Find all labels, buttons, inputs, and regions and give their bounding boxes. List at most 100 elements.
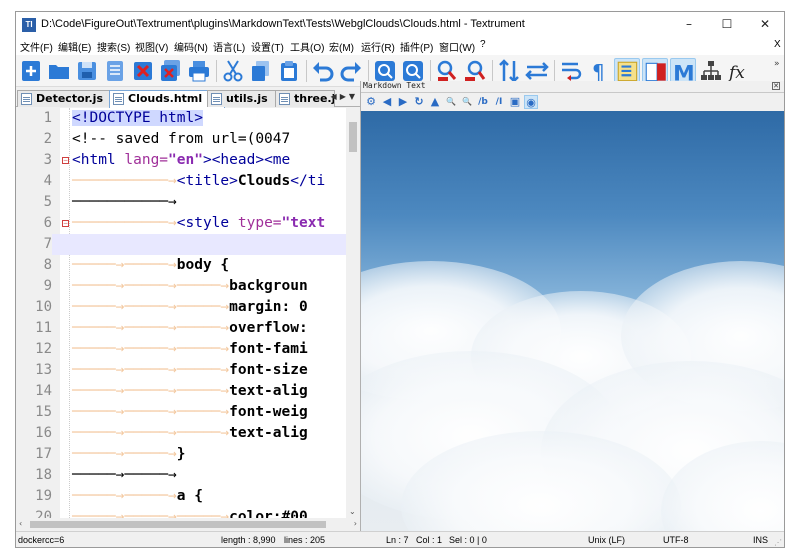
app-icon: TI: [22, 18, 36, 32]
tab-bar: Detector.js × Clouds.html × utils.js × t…: [16, 88, 360, 108]
file-icon: [211, 93, 222, 105]
markdown-panel-header: Markdown Text ✕: [361, 81, 784, 93]
paste-icon[interactable]: [276, 58, 302, 84]
code-line: 12 ─────→─────→─────→font-fami: [35, 341, 308, 357]
tab-label: Clouds.html: [128, 92, 203, 105]
resize-grip-icon[interactable]: ⋰: [774, 538, 782, 547]
code-line: 8 ─────→─────→body {: [43, 257, 230, 273]
code-line: 16 ─────→─────→─────→text-alig: [35, 425, 308, 441]
editor-horizontal-scrollbar[interactable]: ‹ ›: [16, 518, 360, 531]
markdown-toolbar: ⚙ ◀ ▶ ↻ ▲ 🔍+ 🔍− /b /I ▣ ◉: [361, 94, 784, 120]
code-line: 11 ─────→─────→─────→overflow:: [35, 320, 308, 336]
menu-tools[interactable]: 工具(O): [290, 39, 324, 54]
status-lines: lines : 205: [284, 535, 326, 545]
maximize-button[interactable]: ☐: [710, 12, 744, 37]
status-selection: Sel : 0 | 0: [449, 535, 487, 545]
tab-next-icon[interactable]: ▶: [340, 92, 349, 101]
tab-list-icon[interactable]: ▼: [349, 92, 358, 101]
new-file-icon[interactable]: [18, 58, 44, 84]
code-line: 9 ─────→─────→─────→backgroun: [43, 278, 308, 294]
toolbar-overflow[interactable]: »: [774, 59, 780, 69]
menu-plugins[interactable]: 插件(P): [400, 39, 433, 54]
menu-bar: 文件(F) 编辑(E) 搜索(S) 视图(V) 编码(N) 语言(L) 设置(T…: [16, 37, 784, 55]
title-bar: TI D:\Code\FigureOut\Textrument\plugins\…: [16, 12, 784, 37]
code-line: 2 <!-- saved from url=(0047: [43, 131, 291, 147]
settings-icon[interactable]: ⚙: [364, 95, 378, 109]
file-icon: [21, 93, 32, 105]
tab-label: Detector.js: [36, 92, 103, 105]
menu-encoding[interactable]: 编码(N): [174, 39, 208, 54]
close-file-icon[interactable]: [130, 58, 156, 84]
menu-help[interactable]: ?: [480, 39, 486, 50]
print-icon[interactable]: [186, 58, 212, 84]
up-icon[interactable]: ▲: [428, 95, 442, 109]
status-line-number: Ln : 7: [386, 535, 409, 545]
copy-icon[interactable]: [248, 58, 274, 84]
italic-toggle-icon[interactable]: /I: [492, 95, 506, 109]
minimize-button[interactable]: –: [672, 12, 706, 37]
zoom-out-icon[interactable]: 🔍−: [460, 95, 474, 120]
file-icon: [113, 93, 124, 105]
forward-icon[interactable]: ▶: [396, 95, 410, 109]
close-window-button[interactable]: ✕: [748, 12, 782, 37]
bold-toggle-icon[interactable]: /b: [476, 95, 490, 109]
folder-icon[interactable]: [46, 58, 72, 84]
scroll-thumb[interactable]: [349, 122, 357, 152]
file-icon: [279, 93, 290, 105]
code-line: 20 ─────→─────→─────→color:#00: [35, 509, 308, 518]
sync-scroll-icon[interactable]: ◉: [524, 95, 538, 109]
status-info: dockercc=6: [18, 535, 65, 545]
menu-file[interactable]: 文件(F): [20, 39, 53, 54]
menu-run[interactable]: 运行(R): [361, 39, 395, 54]
undo-icon[interactable]: [310, 58, 336, 84]
back-icon[interactable]: ◀: [380, 95, 394, 109]
menu-window[interactable]: 窗口(W): [439, 39, 475, 54]
tab-label: utils.js: [226, 92, 268, 105]
window-title: D:\Code\FigureOut\Textrument\plugins\Mar…: [41, 18, 525, 30]
markdown-preview[interactable]: [361, 111, 784, 531]
code-line: 19 ─────→─────→a {: [35, 488, 203, 504]
scroll-down-icon[interactable]: ⌄: [349, 507, 356, 516]
close-all-icon[interactable]: [158, 58, 184, 84]
status-encoding: UTF-8: [663, 535, 689, 545]
menu-view[interactable]: 视图(V): [135, 39, 168, 54]
code-line: 5 ───────────→: [43, 194, 177, 210]
fold-toggle-icon[interactable]: −: [62, 157, 69, 164]
menu-close-doc[interactable]: X: [774, 39, 781, 50]
status-column: Col : 1: [416, 535, 443, 545]
markdown-panel-title: Markdown Text: [363, 81, 426, 90]
status-eol: Unix (LF): [588, 535, 626, 545]
code-line: 17 ─────→─────→}: [35, 446, 186, 462]
app-window: TI D:\Code\FigureOut\Textrument\plugins\…: [15, 11, 785, 548]
menu-language[interactable]: 语言(L): [213, 39, 245, 54]
svg-text:fx: fx: [727, 63, 745, 83]
refresh-icon[interactable]: ↻: [412, 95, 426, 109]
editor-vertical-scrollbar[interactable]: ⌄: [346, 108, 360, 518]
cut-icon[interactable]: [220, 58, 246, 84]
code-line: 1 <!DOCTYPE html>: [43, 110, 203, 126]
menu-edit[interactable]: 编辑(E): [58, 39, 91, 54]
code-editor[interactable]: 1 <!DOCTYPE html> 2 <!-- saved from url=(0…: [16, 108, 360, 518]
zoom-in-icon[interactable]: 🔍+: [444, 95, 458, 120]
code-line-current: 7: [16, 234, 360, 255]
code-line: 10 ─────→─────→─────→margin: 0: [35, 299, 308, 315]
fold-toggle-icon[interactable]: −: [62, 220, 69, 227]
menu-settings[interactable]: 设置(T): [251, 39, 284, 54]
menu-macro[interactable]: 宏(M): [329, 39, 354, 54]
tab-scroll-arrows[interactable]: ◀▶▼: [331, 92, 358, 101]
code-line: 14 ─────→─────→─────→text-alig: [35, 383, 308, 399]
menu-search[interactable]: 搜索(S): [97, 39, 130, 54]
markdown-panel-close-icon[interactable]: ✕: [772, 82, 780, 90]
save-icon[interactable]: [74, 58, 100, 84]
code-line: 18 ─────→─────→: [35, 467, 177, 483]
save-all-icon[interactable]: [102, 58, 128, 84]
tab-label: three.js: [294, 92, 334, 105]
image-icon[interactable]: ▣: [508, 95, 522, 109]
status-bar: dockercc=6 length : 8,990 lines : 205 Ln…: [16, 531, 784, 547]
scroll-left-icon[interactable]: ‹: [19, 519, 22, 528]
scroll-thumb[interactable]: [30, 521, 326, 528]
scroll-right-icon[interactable]: ›: [354, 519, 357, 528]
code-line: 15 ─────→─────→─────→font-weig: [35, 404, 308, 420]
tab-three-js[interactable]: three.js: [275, 90, 335, 107]
tab-prev-icon[interactable]: ◀: [331, 92, 340, 101]
